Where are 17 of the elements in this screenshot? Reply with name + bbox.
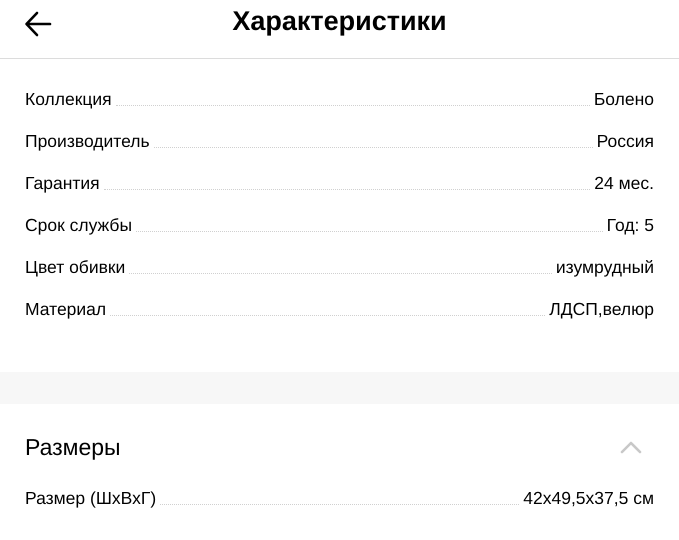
- spec-value: изумрудный: [556, 257, 654, 278]
- spec-label: Срок службы: [25, 215, 132, 236]
- spec-label: Цвет обивки: [25, 257, 126, 278]
- spec-label: Материал: [25, 299, 106, 320]
- spec-label: Гарантия: [25, 173, 100, 194]
- spec-value: Болено: [594, 89, 654, 110]
- section-title: Размеры: [25, 432, 121, 462]
- back-arrow-icon[interactable]: [24, 10, 52, 38]
- spec-value: 24 мес.: [594, 173, 654, 194]
- spec-value: 42x49,5x37,5 см: [523, 488, 654, 509]
- page-title: Характеристики: [232, 6, 447, 36]
- spec-label: Размер (ШхВхГ): [25, 488, 156, 509]
- spec-value: Год: 5: [606, 215, 654, 236]
- spec-label: Производитель: [25, 131, 150, 152]
- spec-value: Россия: [596, 131, 654, 152]
- spec-label: Коллекция: [25, 89, 112, 110]
- spec-value: ЛДСП,велюр: [549, 299, 654, 320]
